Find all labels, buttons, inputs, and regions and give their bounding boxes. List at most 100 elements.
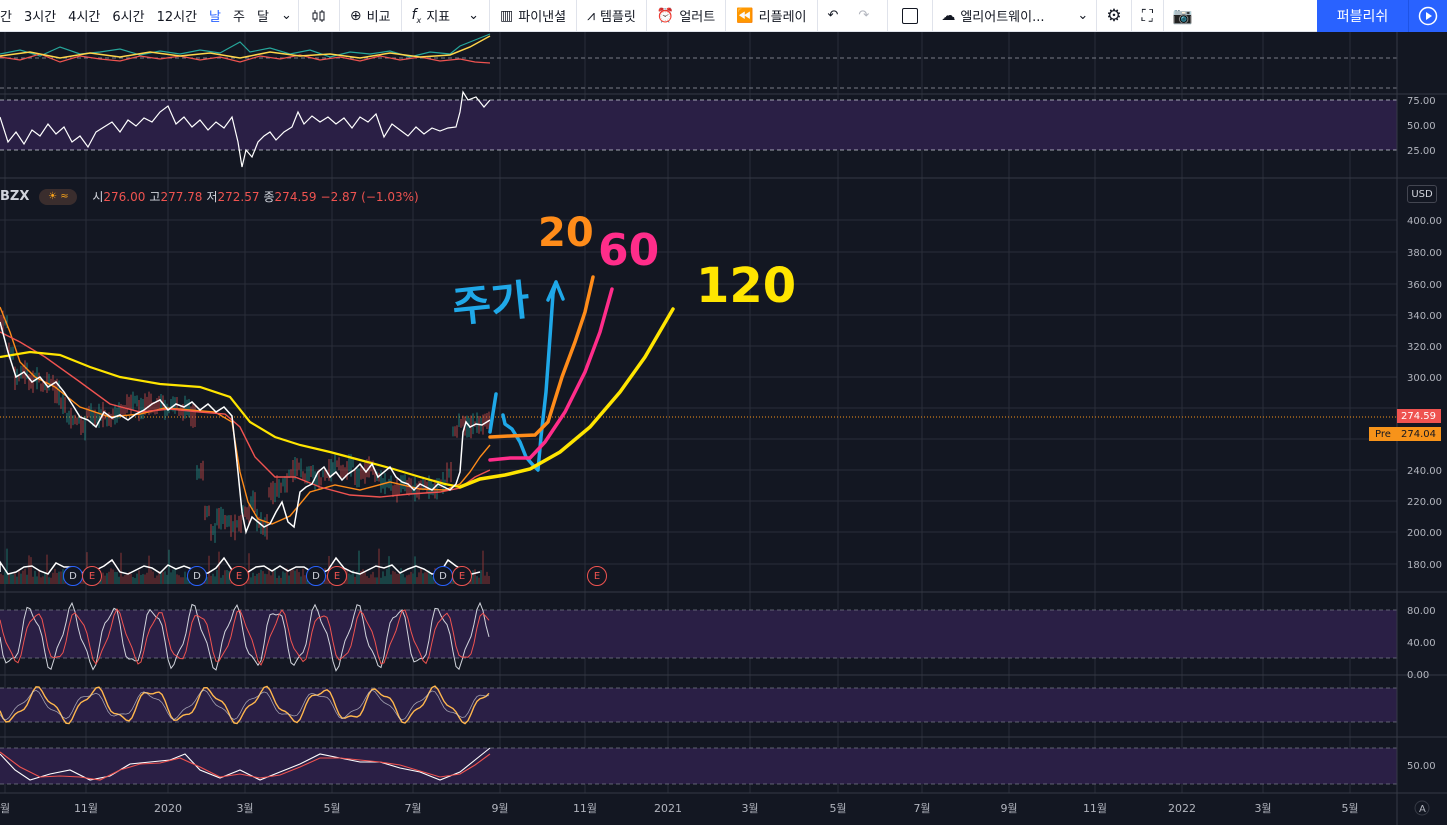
templates-button[interactable]: ⩘ 템플릿 bbox=[577, 0, 646, 32]
interval-day[interactable]: 날 bbox=[203, 0, 227, 32]
symbol-legend: BZX ☀ ≈ 시 276.00 고 277.78 저 272.57 종 274… bbox=[0, 188, 423, 205]
indicators-label: 지표 bbox=[426, 10, 451, 25]
last-price-tag: 274.59 bbox=[1397, 409, 1441, 423]
interval-month[interactable]: 달 bbox=[251, 0, 275, 32]
earnings-event-marker[interactable]: E bbox=[452, 566, 472, 586]
price-axis-label: 340.00 bbox=[1407, 311, 1442, 322]
time-axis-label: 3월 bbox=[1254, 802, 1271, 815]
high-label: 고 bbox=[149, 190, 161, 204]
camera-icon[interactable]: 📷 bbox=[1164, 0, 1202, 32]
close-label: 종 bbox=[263, 190, 275, 204]
dividend-event-marker[interactable]: D bbox=[187, 566, 207, 586]
interval-4h[interactable]: 4시간 bbox=[62, 0, 106, 32]
stoch-axis-label: 40.00 bbox=[1407, 638, 1436, 649]
time-axis-label: 3월 bbox=[236, 802, 253, 815]
interval-3h[interactable]: 3시간 bbox=[18, 0, 62, 32]
earnings-event-marker[interactable]: E bbox=[327, 566, 347, 586]
time-axis-label: 9월 bbox=[1000, 802, 1017, 815]
dividend-event-marker[interactable]: D bbox=[63, 566, 83, 586]
interval-partial[interactable]: 간 bbox=[0, 0, 18, 32]
layout-select[interactable]: ☁ 엘리어트웨이... ⌄ bbox=[933, 0, 1096, 32]
replay-button[interactable]: ⏪ 리플레이 bbox=[726, 0, 816, 32]
fullscreen-toggle-icon[interactable] bbox=[888, 0, 932, 32]
low-value: 272.57 bbox=[217, 189, 260, 204]
interval-6h[interactable]: 6시간 bbox=[106, 0, 150, 32]
chart-canvas[interactable]: 400.00 380.00 360.00 340.00 320.00 300.00 240.… bbox=[0, 32, 1447, 825]
alarm-clock-icon: ⏰ bbox=[656, 7, 675, 24]
rsi-axis-label: 25.00 bbox=[1407, 146, 1436, 157]
time-axis-label: 11월 bbox=[74, 802, 98, 815]
dividend-event-marker[interactable]: D bbox=[306, 566, 326, 586]
high-value: 277.78 bbox=[160, 189, 203, 204]
svg-text:A: A bbox=[1419, 804, 1426, 815]
play-circle-icon[interactable] bbox=[1408, 0, 1447, 32]
expand-icon[interactable]: ⛶ bbox=[1132, 0, 1163, 32]
time-axis-label: 7월 bbox=[913, 802, 930, 815]
time-axis-label: 11월 bbox=[573, 802, 597, 815]
chevron-down-icon: ⌄ bbox=[1077, 8, 1089, 23]
time-axis-label: 11월 bbox=[1083, 802, 1107, 815]
price-axis-label: 200.00 bbox=[1407, 528, 1442, 539]
layout-label: 엘리어트웨이... bbox=[960, 10, 1045, 25]
low-label: 저 bbox=[206, 190, 218, 204]
price-axis-label: 380.00 bbox=[1407, 248, 1442, 259]
price-axis-label: 180.00 bbox=[1407, 560, 1442, 571]
annotation-ma20-label: 20 bbox=[538, 210, 594, 256]
chevron-down-icon: ⌄ bbox=[468, 8, 480, 23]
symbol-name[interactable]: BZX bbox=[0, 189, 29, 204]
time-axis-label: 월 bbox=[0, 802, 10, 815]
settings-gear-icon[interactable]: ⚙ bbox=[1097, 0, 1130, 32]
time-axis-label: 9월 bbox=[491, 802, 508, 815]
publish-button[interactable]: 퍼블리쉬 bbox=[1317, 0, 1408, 32]
template-icon: ⩘ bbox=[587, 7, 595, 24]
time-axis-label: 2021 bbox=[654, 802, 682, 815]
indicators-button[interactable]: fx 지표 ⌄ bbox=[402, 0, 490, 32]
time-axis-label: 5월 bbox=[829, 802, 846, 815]
replay-label: 리플레이 bbox=[758, 10, 807, 25]
earnings-event-marker[interactable]: E bbox=[587, 566, 607, 586]
price-axis-label: 320.00 bbox=[1407, 342, 1442, 353]
earnings-event-marker[interactable]: E bbox=[229, 566, 249, 586]
interval-week[interactable]: 주 bbox=[227, 0, 251, 32]
bar-chart-icon: ▥ bbox=[500, 7, 514, 24]
alert-label: 얼러트 bbox=[679, 10, 716, 25]
time-axis-label: 2020 bbox=[154, 802, 182, 815]
price-axis-label: 220.00 bbox=[1407, 497, 1442, 508]
interval-12h[interactable]: 12시간 bbox=[151, 0, 203, 32]
time-axis-label: 5월 bbox=[1341, 802, 1358, 815]
compare-button[interactable]: ⊕ 비교 bbox=[340, 0, 401, 32]
pre-market-price-tag: 274.04 bbox=[1397, 427, 1441, 441]
cloud-icon: ☁ bbox=[941, 7, 956, 24]
pre-market-label: Pre bbox=[1369, 427, 1397, 441]
price-axis-label: 300.00 bbox=[1407, 373, 1442, 384]
market-status-badge[interactable]: ☀ ≈ bbox=[39, 188, 78, 205]
time-axis-label: 2022 bbox=[1168, 802, 1196, 815]
rsi-axis-label: 50.00 bbox=[1407, 121, 1436, 132]
templates-label: 템플릿 bbox=[600, 10, 636, 25]
change-value: −2.87 (−1.03%) bbox=[320, 189, 419, 204]
rewind-icon: ⏪ bbox=[736, 7, 754, 24]
dividend-event-marker[interactable]: D bbox=[433, 566, 453, 586]
annotation-ma120-label: 120 bbox=[696, 258, 797, 314]
open-label: 시 bbox=[92, 190, 104, 204]
currency-badge[interactable]: USD bbox=[1407, 185, 1437, 203]
financials-button[interactable]: ▥ 파이낸셜 bbox=[490, 0, 576, 32]
earnings-event-marker[interactable]: E bbox=[82, 566, 102, 586]
time-axis-label: 5월 bbox=[323, 802, 340, 815]
alert-button[interactable]: ⏰ 얼러트 bbox=[647, 0, 725, 32]
redo-icon[interactable]: ↷ bbox=[848, 0, 879, 32]
price-axis-label: 240.00 bbox=[1407, 466, 1442, 477]
candle-style-icon[interactable] bbox=[299, 0, 339, 32]
annotation-price-label: 주가 bbox=[449, 275, 532, 332]
stoch-axis-label: 80.00 bbox=[1407, 606, 1436, 617]
plus-circle-icon: ⊕ bbox=[349, 7, 362, 24]
rsi-axis-label: 75.00 bbox=[1407, 96, 1436, 107]
chevron-down-icon[interactable]: ⌄ bbox=[275, 0, 298, 32]
open-value: 276.00 bbox=[103, 189, 146, 204]
osc-axis-label: 50.00 bbox=[1407, 761, 1436, 772]
pane-bottom-oscillator bbox=[0, 747, 1397, 785]
function-icon: fx bbox=[411, 6, 422, 25]
top-toolbar: 간 3시간 4시간 6시간 12시간 날 주 달 ⌄ ⊕ 비교 fx 지표 ⌄ … bbox=[0, 0, 1447, 32]
price-axis-label: 400.00 bbox=[1407, 216, 1442, 227]
undo-icon[interactable]: ↶ bbox=[818, 0, 849, 32]
